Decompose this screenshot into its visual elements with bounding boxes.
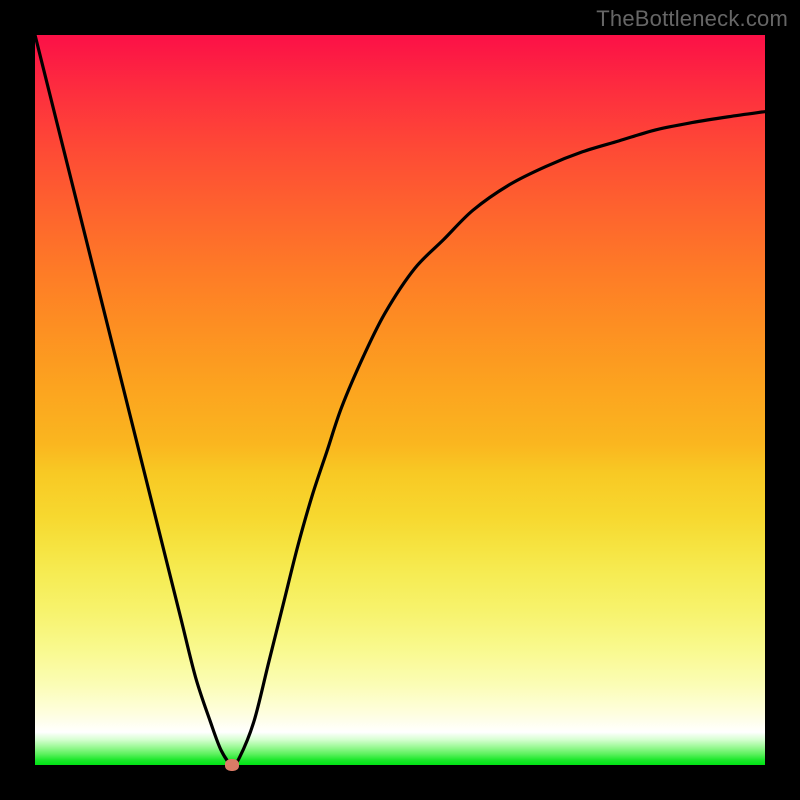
watermark-text: TheBottleneck.com [596,6,788,32]
bottleneck-curve [35,35,765,765]
minimum-marker [225,759,239,771]
plot-area [35,35,765,765]
chart-frame: TheBottleneck.com [0,0,800,800]
curve-svg [35,35,765,765]
